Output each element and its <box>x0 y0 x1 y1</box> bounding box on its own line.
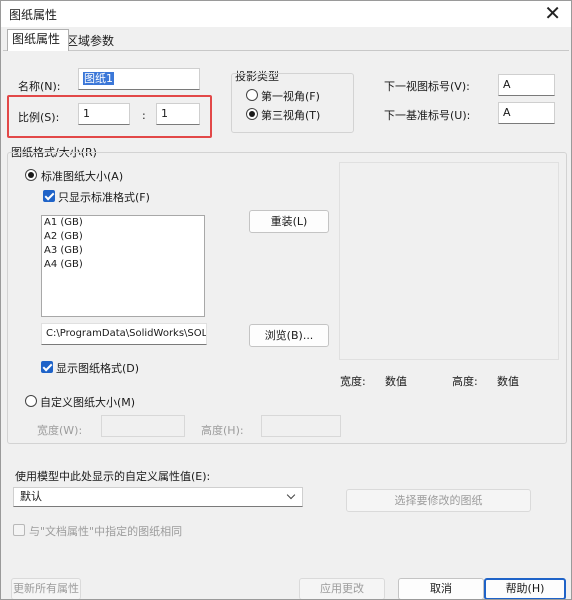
first-angle-label: 第一视角(F) <box>261 90 320 103</box>
only-standard-label: 只显示标准格式(F) <box>58 191 150 204</box>
next-view-label: 下一视图标号(V): <box>384 80 470 93</box>
custom-props-value: 默认 <box>20 490 42 503</box>
custom-height-label: 高度(H): <box>201 424 244 437</box>
sheet-properties-dialog: 图纸属性 ✕ 图纸属性 区域参数 名称(N): 图纸1 比例(S): 1 : 1… <box>0 0 572 600</box>
custom-size-label: 自定义图纸大小(M) <box>40 396 136 409</box>
tab-sheet-properties[interactable]: 图纸属性 <box>7 29 69 51</box>
standard-size-radio[interactable] <box>25 169 37 181</box>
custom-size-radio[interactable] <box>25 395 37 407</box>
custom-props-label: 使用模型中此处显示的自定义属性值(E): <box>15 470 211 483</box>
scale-denominator-field[interactable]: 1 <box>156 103 200 125</box>
custom-props-select[interactable]: 默认 <box>13 487 303 507</box>
custom-width-label: 宽度(W): <box>37 424 83 437</box>
preview-height-label: 高度: <box>452 375 478 388</box>
display-format-label: 显示图纸格式(D) <box>56 362 140 375</box>
preview-height-value: 数值 <box>497 375 519 388</box>
chevron-down-icon <box>286 490 296 500</box>
third-angle-radio[interactable] <box>246 108 258 120</box>
format-path-field[interactable]: C:\ProgramData\SolidWorks\SOLIDW <box>41 323 207 345</box>
close-icon[interactable]: ✕ <box>544 2 561 24</box>
scale-separator: : <box>142 109 146 122</box>
scale-numerator-field[interactable]: 1 <box>78 103 130 125</box>
preview-width-label: 宽度: <box>340 375 366 388</box>
select-sheets-button[interactable]: 选择要修改的图纸 <box>346 489 531 512</box>
first-angle-radio[interactable] <box>246 89 258 101</box>
name-value: 图纸1 <box>83 72 114 85</box>
list-item[interactable]: A1 (GB) <box>42 216 204 230</box>
name-label: 名称(N): <box>18 80 61 93</box>
apply-changes-button[interactable]: 应用更改 <box>299 578 385 599</box>
third-angle-label: 第三视角(T) <box>261 109 321 122</box>
preview-width-value: 数值 <box>385 375 407 388</box>
custom-height-field[interactable] <box>261 415 341 437</box>
scale-label: 比例(S): <box>18 111 60 124</box>
display-format-checkbox[interactable] <box>41 361 53 373</box>
custom-width-field[interactable] <box>101 415 185 437</box>
next-view-field[interactable]: A <box>498 74 555 96</box>
title-bar: 图纸属性 ✕ <box>1 1 571 27</box>
cancel-button[interactable]: 取消 <box>398 578 484 599</box>
reload-button[interactable]: 重装(L) <box>249 210 329 233</box>
same-as-doc-checkbox[interactable] <box>13 524 25 536</box>
tab-panel: 名称(N): 图纸1 比例(S): 1 : 1 投影类型 第一视角(F) 第三视… <box>3 50 569 599</box>
browse-button[interactable]: 浏览(B)... <box>249 324 329 347</box>
next-datum-label: 下一基准标号(U): <box>384 109 471 122</box>
list-item[interactable]: A2 (GB) <box>42 230 204 244</box>
standard-size-label: 标准图纸大小(A) <box>41 170 124 183</box>
name-field[interactable]: 图纸1 <box>78 68 200 90</box>
sheet-size-list[interactable]: A1 (GB) A2 (GB) A3 (GB) A4 (GB) <box>41 215 205 317</box>
only-standard-checkbox[interactable] <box>43 190 55 202</box>
list-item[interactable]: A3 (GB) <box>42 244 204 258</box>
update-all-properties-button[interactable]: 更新所有属性 <box>11 578 81 599</box>
list-item[interactable]: A4 (GB) <box>42 258 204 272</box>
next-datum-field[interactable]: A <box>498 102 555 124</box>
window-title: 图纸属性 <box>9 8 58 22</box>
help-button[interactable]: 帮助(H) <box>484 578 566 599</box>
preview-area <box>339 162 559 360</box>
same-as-doc-label: 与"文档属性"中指定的图纸相同 <box>29 525 183 538</box>
tab-zone-parameters[interactable]: 区域参数 <box>62 32 118 50</box>
